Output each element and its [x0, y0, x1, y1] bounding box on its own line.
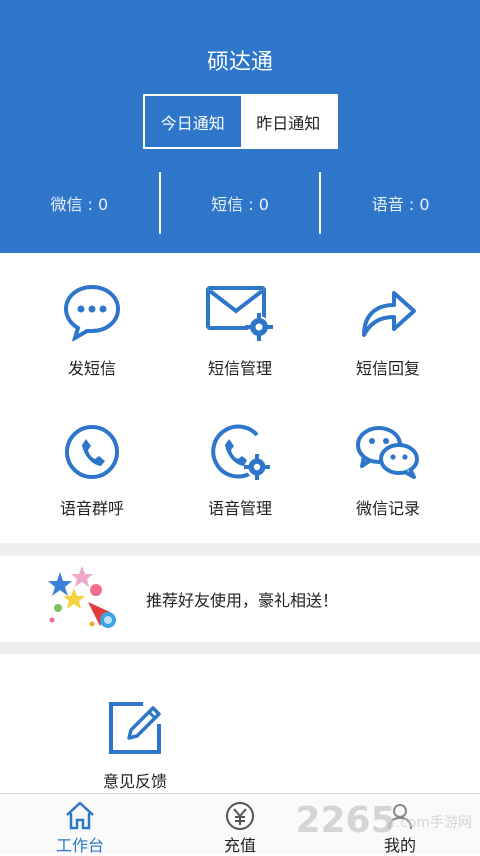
sms-reply-button[interactable]: 短信回复 [308, 253, 468, 398]
phone-gear-icon [211, 424, 270, 480]
wechat-icon [356, 426, 419, 479]
edit-square-icon [109, 702, 161, 754]
reply-arrow-icon [362, 291, 416, 337]
phone-circle-icon [65, 425, 119, 479]
stats-row: 微信 : 0 短信 : 0 语音 : 0 [0, 172, 480, 234]
party-stars-icon [48, 566, 116, 628]
wechat-records-label: 微信记录 [355, 499, 420, 518]
voice-management-label: 语音管理 [207, 499, 272, 518]
section-divider [0, 543, 480, 556]
section-divider [0, 642, 480, 654]
send-sms-button[interactable]: 发短信 [12, 253, 172, 398]
voice-group-call-button[interactable]: 语音群呼 [12, 393, 172, 538]
home-icon [66, 801, 94, 830]
tab-workbench-label: 工作台 [55, 836, 104, 855]
site-watermark: 2265.com手游网 [295, 800, 472, 841]
tab-yesterday-notice[interactable]: 昨日通知 [240, 96, 336, 147]
referral-banner[interactable]: 推荐好友使用，豪礼相送！ [0, 556, 480, 642]
referral-banner-text: 推荐好友使用，豪礼相送！ [146, 591, 339, 610]
tab-workbench[interactable]: 工作台 [0, 794, 160, 855]
header: 硕达通 今日通知 昨日通知 微信 : 0 短信 : 0 语音 : 0 [0, 0, 480, 253]
stat-sms: 短信 : 0 [158, 172, 320, 234]
voice-group-call-label: 语音群呼 [59, 499, 124, 518]
feedback-button[interactable]: 意见反馈 [55, 680, 215, 791]
sms-reply-label: 短信回复 [355, 359, 420, 378]
wechat-records-button[interactable]: 微信记录 [308, 393, 468, 538]
watermark-subtext: .com手游网 [395, 815, 472, 831]
sms-management-label: 短信管理 [207, 359, 272, 378]
chat-bubble-icon [63, 284, 121, 341]
envelope-gear-icon [206, 286, 273, 341]
yen-circle-icon [226, 802, 254, 830]
function-grid: 发短信 短信管理 短信回复 语音群呼 语音管理 微信记录 [0, 253, 480, 543]
feedback-label: 意见反馈 [102, 772, 167, 791]
voice-management-button[interactable]: 语音管理 [160, 393, 320, 538]
notice-tab-switch: 今日通知 昨日通知 [143, 94, 338, 149]
send-sms-label: 发短信 [67, 359, 116, 378]
stat-wechat: 微信 : 0 [50, 195, 109, 214]
sms-management-button[interactable]: 短信管理 [160, 253, 320, 398]
app-title: 硕达通 [206, 50, 273, 75]
watermark-text: 2265 [295, 800, 396, 841]
stat-voice: 语音 : 0 [319, 172, 480, 234]
tab-today-notice[interactable]: 今日通知 [145, 96, 241, 147]
